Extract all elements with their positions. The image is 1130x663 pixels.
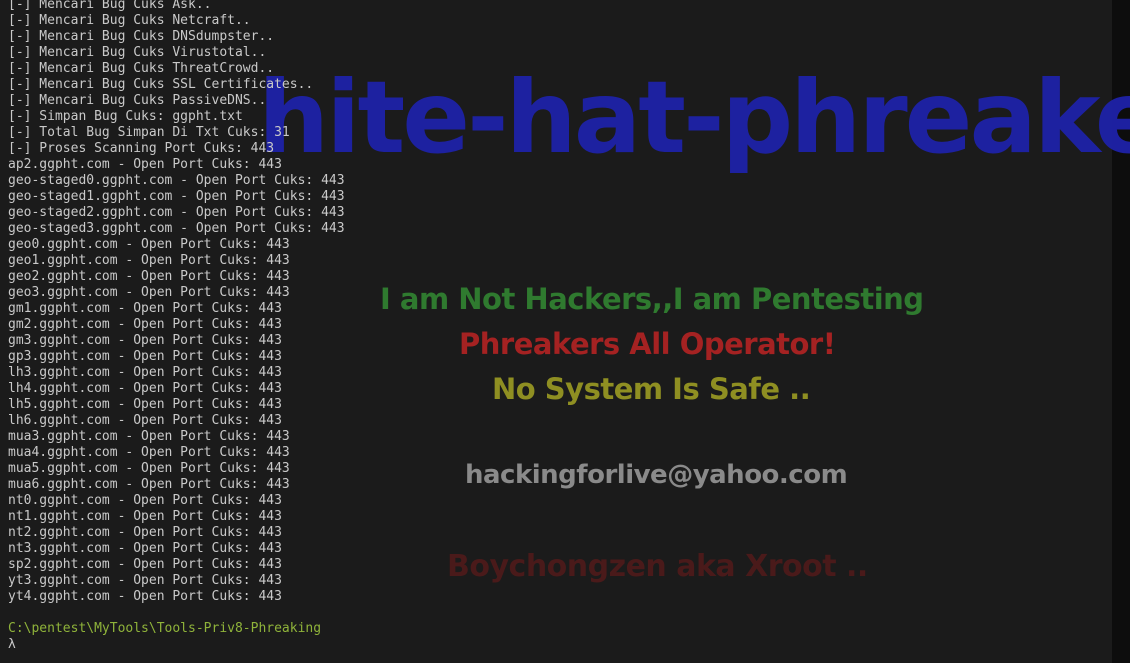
wallpaper-banner: hite-hat-phreakers	[258, 59, 1130, 176]
terminal-line: nt3.ggpht.com - Open Port Cuks: 443	[8, 541, 282, 556]
terminal-line: gp3.ggpht.com - Open Port Cuks: 443	[8, 349, 282, 364]
terminal-line: lh3.ggpht.com - Open Port Cuks: 443	[8, 365, 282, 380]
terminal-line: geo-staged3.ggpht.com - Open Port Cuks: …	[8, 221, 345, 236]
terminal-line: geo2.ggpht.com - Open Port Cuks: 443	[8, 269, 290, 284]
wallpaper-email: hackingforlive@yahoo.com	[465, 460, 848, 490]
terminal-line: mua6.ggpht.com - Open Port Cuks: 443	[8, 477, 290, 492]
terminal-output[interactable]: [-] Mencari Bug Cuks Ask.. [-] Mencari Bu…	[8, 0, 345, 653]
terminal-line: geo0.ggpht.com - Open Port Cuks: 443	[8, 237, 290, 252]
terminal-line: geo3.ggpht.com - Open Port Cuks: 443	[8, 285, 290, 300]
terminal-line: geo-staged2.ggpht.com - Open Port Cuks: …	[8, 205, 345, 220]
terminal-window: hite-hat-phreakers I am Not Hackers,,I a…	[0, 0, 1130, 663]
terminal-line: ap2.ggpht.com - Open Port Cuks: 443	[8, 157, 282, 172]
terminal-line: nt0.ggpht.com - Open Port Cuks: 443	[8, 493, 282, 508]
prompt-input-line[interactable]: λ	[8, 637, 345, 653]
wallpaper-line-pentesting: I am Not Hackers,,I am Pentesting	[380, 282, 924, 316]
terminal-line: gm1.ggpht.com - Open Port Cuks: 443	[8, 301, 282, 316]
terminal-line: [-] Mencari Bug Cuks ThreatCrowd..	[8, 61, 275, 76]
terminal-line: [-] Simpan Bug Cuks: ggpht.txt	[8, 109, 243, 124]
wallpaper-credit: Boychongzen aka Xroot ..	[447, 549, 868, 584]
terminal-line: mua4.ggpht.com - Open Port Cuks: 443	[8, 445, 290, 460]
terminal-line: [-] Mencari Bug Cuks Netcraft..	[8, 13, 251, 28]
wallpaper-line-operator: Phreakers All Operator!	[459, 327, 836, 361]
terminal-line: gm2.ggpht.com - Open Port Cuks: 443	[8, 317, 282, 332]
terminal-line: geo1.ggpht.com - Open Port Cuks: 443	[8, 253, 290, 268]
terminal-line: [-] Mencari Bug Cuks Ask..	[8, 0, 212, 12]
terminal-line: yt3.ggpht.com - Open Port Cuks: 443	[8, 573, 282, 588]
terminal-line: nt2.ggpht.com - Open Port Cuks: 443	[8, 525, 282, 540]
terminal-line: lh5.ggpht.com - Open Port Cuks: 443	[8, 397, 282, 412]
terminal-line: [-] Mencari Bug Cuks Virustotal..	[8, 45, 267, 60]
terminal-line: [-] Mencari Bug Cuks PassiveDNS..	[8, 93, 267, 108]
terminal-line: [-] Proses Scanning Port Cuks: 443	[8, 141, 275, 156]
prompt-path: C:\pentest\MyTools\Tools-Priv8-Phreaking	[8, 621, 322, 636]
terminal-lines: [-] Mencari Bug Cuks Ask.. [-] Mencari Bu…	[8, 0, 345, 605]
terminal-line: [-] Mencari Bug Cuks DNSdumpster..	[8, 29, 275, 44]
terminal-line: yt4.ggpht.com - Open Port Cuks: 443	[8, 589, 282, 604]
terminal-line: geo-staged1.ggpht.com - Open Port Cuks: …	[8, 189, 345, 204]
wallpaper-line-no-system: No System Is Safe ..	[492, 372, 811, 406]
terminal-line: sp2.ggpht.com - Open Port Cuks: 443	[8, 557, 282, 572]
terminal-line: geo-staged0.ggpht.com - Open Port Cuks: …	[8, 173, 345, 188]
terminal-line: mua3.ggpht.com - Open Port Cuks: 443	[8, 429, 290, 444]
terminal-line: mua5.ggpht.com - Open Port Cuks: 443	[8, 461, 290, 476]
terminal-line: [-] Mencari Bug Cuks SSL Certificates..	[8, 77, 314, 92]
terminal-line: [-] Total Bug Simpan Di Txt Cuks: 31	[8, 125, 290, 140]
terminal-line: gm3.ggpht.com - Open Port Cuks: 443	[8, 333, 282, 348]
terminal-line: lh4.ggpht.com - Open Port Cuks: 443	[8, 381, 282, 396]
terminal-line: nt1.ggpht.com - Open Port Cuks: 443	[8, 509, 282, 524]
terminal-line: lh6.ggpht.com - Open Port Cuks: 443	[8, 413, 282, 428]
